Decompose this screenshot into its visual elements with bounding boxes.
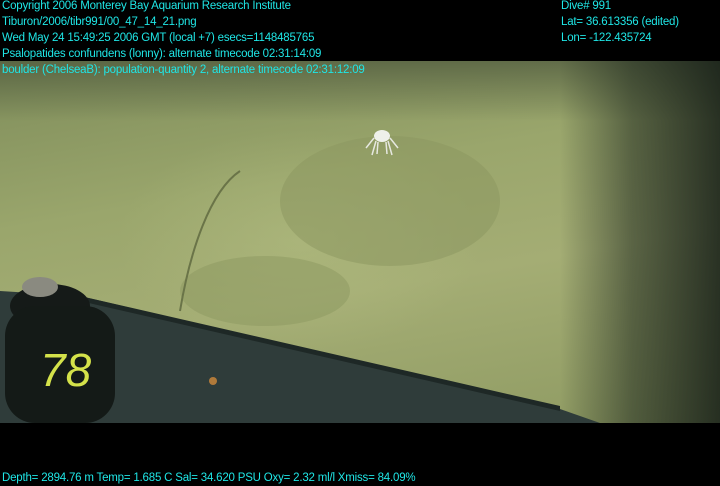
scene-drawing: 78	[0, 130, 600, 423]
copyright-text: Copyright 2006 Monterey Bay Aquarium Res…	[2, 0, 291, 12]
longitude-text: Lon= -122.435724	[561, 32, 652, 44]
latitude-text: Lat= 36.613356 (edited)	[561, 16, 679, 28]
numbered-marker: 78	[5, 277, 115, 423]
boulder-mound	[280, 136, 500, 266]
dive-number-text: Dive# 991	[561, 0, 611, 12]
datetime-text: Wed May 24 15:49:25 2006 GMT (local +7) …	[2, 32, 315, 44]
seafloor-video-frame: 78	[0, 61, 720, 423]
file-path-text: Tiburon/2006/tibr991/00_47_14_21.png	[2, 16, 197, 28]
annotation-1-text: Psalopatides confundens (lonny): alterna…	[2, 48, 322, 60]
marker-number: 78	[40, 344, 92, 396]
annotation-2-text: boulder (ChelseaB): population-quantity …	[2, 64, 365, 76]
boulder-mound-2	[180, 256, 350, 326]
sensor-readout-text: Depth= 2894.76 m Temp= 1.685 C Sal= 34.6…	[2, 472, 416, 484]
